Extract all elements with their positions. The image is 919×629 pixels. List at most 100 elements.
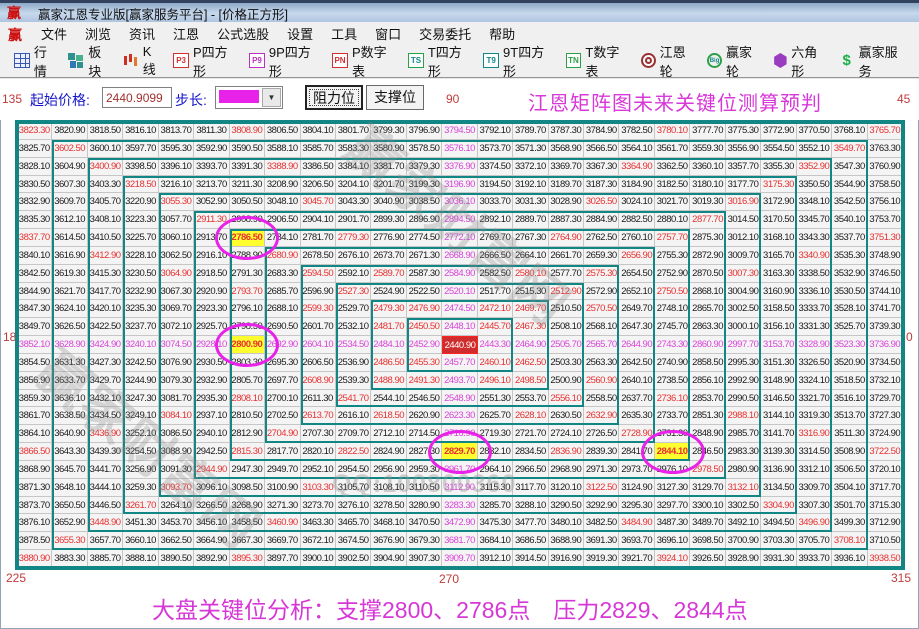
grid-cell: 3211.30 bbox=[230, 176, 265, 194]
grid-cell: 2649.70 bbox=[619, 300, 654, 318]
chevron-down-icon[interactable]: ▼ bbox=[262, 88, 281, 107]
grid-cell: 2743.30 bbox=[655, 336, 690, 354]
step-color-dropdown[interactable]: ▼ bbox=[215, 86, 283, 109]
grid-cell: 2908.90 bbox=[230, 211, 265, 229]
grid-cell: 3184.90 bbox=[619, 176, 654, 194]
toolbar-button-K线[interactable]: K线 bbox=[123, 44, 164, 78]
grid-cell: 3108.10 bbox=[371, 479, 406, 497]
grid-cell: 3038.50 bbox=[407, 193, 442, 211]
grid-cell: 3780.10 bbox=[655, 122, 690, 140]
grid-cell: 3573.70 bbox=[478, 140, 513, 158]
grid-cell: 3919.30 bbox=[584, 550, 619, 568]
grid-cell: 3592.90 bbox=[194, 140, 229, 158]
toolbar-button-P数字表[interactable]: PNP数字表 bbox=[332, 42, 399, 80]
toolbar-label: 9P四方形 bbox=[269, 42, 323, 80]
toolbar-button-六角形[interactable]: 六角形 bbox=[773, 42, 829, 80]
grid-cell: 3024.10 bbox=[619, 193, 654, 211]
grid-cell: 2776.90 bbox=[371, 229, 406, 247]
grid-cell: 3372.10 bbox=[513, 158, 548, 176]
toolbar-button-板块[interactable]: 板块 bbox=[68, 42, 113, 80]
grid-cell: 3064.90 bbox=[159, 265, 194, 283]
toolbar-button-赢家服务[interactable]: $赢家服务 bbox=[839, 42, 910, 80]
grid-cell: 2762.50 bbox=[584, 229, 619, 247]
grid-cell: 3854.50 bbox=[17, 354, 52, 372]
grid-cell: 3189.70 bbox=[549, 176, 584, 194]
grid-cell: 2733.70 bbox=[655, 407, 690, 425]
grid-cell: 2493.70 bbox=[442, 372, 477, 390]
grid-cell: 2553.70 bbox=[513, 390, 548, 408]
grid-cell: 3278.50 bbox=[371, 497, 406, 515]
grid-cell: 3770.50 bbox=[797, 122, 832, 140]
grid-cell: 2808.10 bbox=[230, 390, 265, 408]
toolbar-button-行情[interactable]: 行情 bbox=[14, 42, 59, 80]
grid-cell: 3134.50 bbox=[761, 479, 796, 497]
grid-cell: 2690.50 bbox=[265, 318, 300, 336]
grid-cell: 2664.10 bbox=[513, 247, 548, 265]
quote-grid-icon bbox=[14, 53, 30, 68]
grid-cell: 2930.50 bbox=[194, 354, 229, 372]
grid-cell: 3938.50 bbox=[868, 550, 903, 568]
grid-cell: 2992.90 bbox=[726, 372, 761, 390]
grid-cell: 2726.50 bbox=[584, 425, 619, 443]
grid-cell: 2472.10 bbox=[478, 300, 513, 318]
grid-cell: 3254.50 bbox=[123, 443, 158, 461]
grid-cell: 2709.70 bbox=[336, 425, 371, 443]
toolbar-button-江恩轮[interactable]: 江恩轮 bbox=[641, 42, 698, 80]
grid-cell: 3732.10 bbox=[868, 372, 903, 390]
control-bar: 起始价格: 步长: ▼ 阻力位 支撑位 江恩矩阵图未来关键位测算预判 bbox=[0, 79, 919, 120]
grid-cell: 2904.10 bbox=[301, 211, 336, 229]
grid-cell: 3775.30 bbox=[726, 122, 761, 140]
grid-cell: 2877.70 bbox=[690, 211, 725, 229]
support-button[interactable]: 支撑位 bbox=[366, 85, 424, 110]
grid-cell: 3792.10 bbox=[478, 122, 513, 140]
grid-cell: 3000.10 bbox=[726, 318, 761, 336]
grid-cell: 2520.10 bbox=[442, 283, 477, 301]
toolbar-label: 六角形 bbox=[791, 42, 830, 80]
grid-cell: 2688.10 bbox=[265, 300, 300, 318]
grid-cell: 3285.70 bbox=[478, 497, 513, 515]
grid-cell: 2884.90 bbox=[584, 211, 619, 229]
toolbar-button-T四方形[interactable]: TST四方形 bbox=[408, 42, 474, 80]
grid-cell: 3434.50 bbox=[88, 407, 123, 425]
grid-cell: 2685.70 bbox=[265, 283, 300, 301]
grid-cell: 2990.50 bbox=[726, 390, 761, 408]
grid-cell: 3357.70 bbox=[726, 158, 761, 176]
grid-cell: 3888.10 bbox=[123, 550, 158, 568]
grid-cell: 2484.10 bbox=[371, 336, 406, 354]
grid-cell: 3204.10 bbox=[336, 176, 371, 194]
toolbar-button-P四方形[interactable]: P3P四方形 bbox=[173, 42, 240, 80]
grid-cell: 3504.10 bbox=[832, 479, 867, 497]
menu-item[interactable]: 资讯 bbox=[120, 22, 164, 45]
grid-cell: 3158.50 bbox=[761, 300, 796, 318]
grid-cell: 2832.10 bbox=[478, 443, 513, 461]
grid-cell: 2522.50 bbox=[407, 283, 442, 301]
grid-cell: 3576.10 bbox=[442, 140, 477, 158]
toolbar-button-赢家轮[interactable]: Big赢家轮 bbox=[707, 42, 764, 80]
grid-cell: 3276.10 bbox=[336, 497, 371, 515]
resistance-button[interactable]: 阻力位 bbox=[305, 85, 363, 110]
grid-cell: 2594.50 bbox=[301, 265, 336, 283]
grid-cell: 2901.70 bbox=[336, 211, 371, 229]
toolbar-button-9P四方形[interactable]: P99P四方形 bbox=[249, 42, 323, 80]
start-price-input[interactable] bbox=[102, 87, 172, 108]
grid-cell: 3156.10 bbox=[761, 318, 796, 336]
grid-cell: 3422.50 bbox=[88, 318, 123, 336]
grid-cell: 3309.70 bbox=[797, 479, 832, 497]
grid-cell: 3583.30 bbox=[336, 140, 371, 158]
kline-icon bbox=[123, 53, 139, 68]
grid-cell: 3052.90 bbox=[194, 193, 229, 211]
grid-cell: 3247.30 bbox=[123, 390, 158, 408]
grid-cell: 3688.90 bbox=[549, 532, 584, 550]
grid-cell: 2920.90 bbox=[194, 283, 229, 301]
grid-cell: 3343.30 bbox=[797, 229, 832, 247]
grid-cell: 2995.30 bbox=[726, 354, 761, 372]
toolbar-button-9T四方形[interactable]: T99T四方形 bbox=[483, 42, 556, 80]
grid-cell: 3628.90 bbox=[52, 336, 87, 354]
grid-cell: 2716.90 bbox=[442, 425, 477, 443]
grid-cell: 3321.70 bbox=[797, 390, 832, 408]
grid-cell: 3703.30 bbox=[761, 532, 796, 550]
toolbar-button-T数字表[interactable]: TNT数字表 bbox=[566, 42, 632, 80]
grid-cell: 3103.30 bbox=[301, 479, 336, 497]
grid-cell: 2860.90 bbox=[690, 336, 725, 354]
grid-cell: 3828.10 bbox=[17, 158, 52, 176]
